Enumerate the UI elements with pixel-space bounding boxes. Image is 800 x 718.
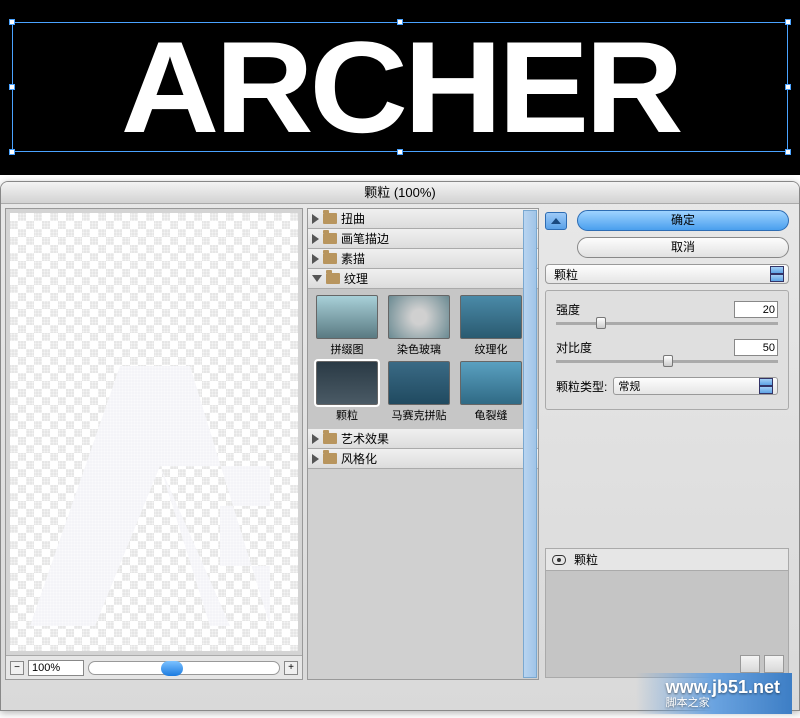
cancel-button[interactable]: 取消: [577, 237, 789, 258]
watermark: www.jb51.net 脚本之家: [636, 673, 792, 714]
folder-icon: [323, 233, 337, 244]
preview-pane: − 100% +: [5, 208, 303, 680]
grain-type-value: 常规: [618, 378, 640, 394]
intensity-label: 强度: [556, 301, 580, 318]
filter-select[interactable]: 颗粒: [545, 264, 789, 284]
zoom-in-button[interactable]: +: [284, 661, 298, 675]
intensity-input[interactable]: [734, 301, 778, 318]
folder-icon: [326, 273, 340, 284]
thumb-stained-glass[interactable]: 染色玻璃: [384, 295, 454, 357]
thumb-image: [460, 361, 522, 405]
thumb-grain[interactable]: 颗粒: [312, 361, 382, 423]
new-filter-layer-button[interactable]: [740, 655, 760, 673]
disclosure-right-icon: [312, 254, 319, 264]
zoom-out-button[interactable]: −: [10, 661, 24, 675]
dialog-title: 颗粒 (100%): [1, 182, 799, 204]
zoom-slider-track[interactable]: [88, 661, 280, 675]
disclosure-down-icon: [312, 275, 322, 282]
category-sketch[interactable]: 素描: [308, 249, 538, 269]
category-stylize[interactable]: 风格化: [308, 449, 538, 469]
thumb-image: [388, 295, 450, 339]
thumb-label: 纹理化: [475, 344, 508, 356]
disclosure-right-icon: [312, 434, 319, 444]
filter-options-pane: 确定 取消 颗粒 强度 对比度: [543, 208, 795, 680]
filter-list-pane: 扭曲 画笔描边 素描 纹理 拼缀图 染色玻璃 纹理化 颗粒 马赛克拼贴 龟裂缝 …: [307, 208, 539, 680]
category-distort[interactable]: 扭曲: [308, 209, 538, 229]
scrollbar-vertical[interactable]: [523, 210, 537, 678]
thumb-image-selected: [316, 361, 378, 405]
folder-icon: [323, 453, 337, 464]
resize-handle-tr[interactable]: [785, 19, 791, 25]
stepper-icon: [759, 378, 773, 394]
category-artistic[interactable]: 艺术效果: [308, 429, 538, 449]
contrast-row: 对比度: [556, 339, 778, 363]
resize-handle-mr[interactable]: [785, 84, 791, 90]
filter-preview[interactable]: [10, 213, 298, 651]
zoom-level[interactable]: 100%: [28, 660, 84, 676]
thumb-image: [316, 295, 378, 339]
collapse-toggle-button[interactable]: [545, 212, 567, 230]
thumb-label: 拼缀图: [331, 344, 364, 356]
ok-button[interactable]: 确定: [577, 210, 789, 231]
contrast-input[interactable]: [734, 339, 778, 356]
thumb-image: [388, 361, 450, 405]
grain-type-label: 颗粒类型:: [556, 378, 607, 395]
triangle-up-icon: [551, 218, 561, 224]
text-bounding-box[interactable]: ARCHER: [12, 22, 788, 152]
canvas-text[interactable]: ARCHER: [121, 12, 680, 162]
preview-zoom-controls: − 100% +: [6, 655, 302, 679]
folder-icon: [323, 213, 337, 224]
contrast-slider[interactable]: [556, 360, 778, 363]
filter-select-value: 颗粒: [554, 266, 578, 283]
grain-type-select[interactable]: 常规: [613, 377, 778, 395]
thumb-label: 龟裂缝: [475, 410, 508, 422]
category-label: 扭曲: [341, 210, 365, 227]
resize-handle-tl[interactable]: [9, 19, 15, 25]
contrast-thumb[interactable]: [663, 355, 673, 367]
grain-type-row: 颗粒类型: 常规: [556, 377, 778, 395]
disclosure-right-icon: [312, 214, 319, 224]
zoom-slider-thumb[interactable]: [161, 661, 183, 676]
thumb-texturizer[interactable]: 纹理化: [456, 295, 526, 357]
thumb-label: 马赛克拼贴: [392, 410, 447, 422]
filter-gallery-dialog: 颗粒 (100%) − 100% + 扭曲 画笔描边: [0, 181, 800, 711]
intensity-slider[interactable]: [556, 322, 778, 325]
document-canvas[interactable]: ARCHER: [0, 0, 800, 175]
folder-icon: [323, 433, 337, 444]
resize-handle-ml[interactable]: [9, 84, 15, 90]
disclosure-right-icon: [312, 234, 319, 244]
filter-layer-row[interactable]: 颗粒: [546, 549, 788, 571]
contrast-label: 对比度: [556, 339, 592, 356]
category-label: 素描: [341, 250, 365, 267]
visibility-eye-icon[interactable]: [552, 555, 566, 565]
folder-icon: [323, 253, 337, 264]
filter-layers-panel: 颗粒: [545, 548, 789, 678]
grain-overlay: [10, 213, 298, 651]
category-label: 艺术效果: [341, 430, 389, 447]
thumb-image: [460, 295, 522, 339]
category-texture[interactable]: 纹理: [308, 269, 538, 289]
stepper-icon: [770, 266, 784, 282]
category-label: 风格化: [341, 450, 377, 467]
category-brush[interactable]: 画笔描边: [308, 229, 538, 249]
disclosure-right-icon: [312, 454, 319, 464]
texture-thumbnails: 拼缀图 染色玻璃 纹理化 颗粒 马赛克拼贴 龟裂缝: [308, 289, 538, 429]
filter-layer-name: 颗粒: [574, 551, 598, 568]
thumb-patchwork[interactable]: 拼缀图: [312, 295, 382, 357]
filter-parameters: 强度 对比度 颗粒类型: 常规: [545, 290, 789, 410]
resize-handle-bl[interactable]: [9, 149, 15, 155]
thumb-craquelure[interactable]: 龟裂缝: [456, 361, 526, 423]
category-label: 画笔描边: [341, 230, 389, 247]
intensity-row: 强度: [556, 301, 778, 325]
delete-filter-layer-button[interactable]: [764, 655, 784, 673]
resize-handle-br[interactable]: [785, 149, 791, 155]
thumb-label: 颗粒: [336, 410, 358, 422]
thumb-mosaic[interactable]: 马赛克拼贴: [384, 361, 454, 423]
intensity-thumb[interactable]: [596, 317, 606, 329]
thumb-label: 染色玻璃: [397, 344, 441, 356]
category-label: 纹理: [344, 270, 368, 287]
